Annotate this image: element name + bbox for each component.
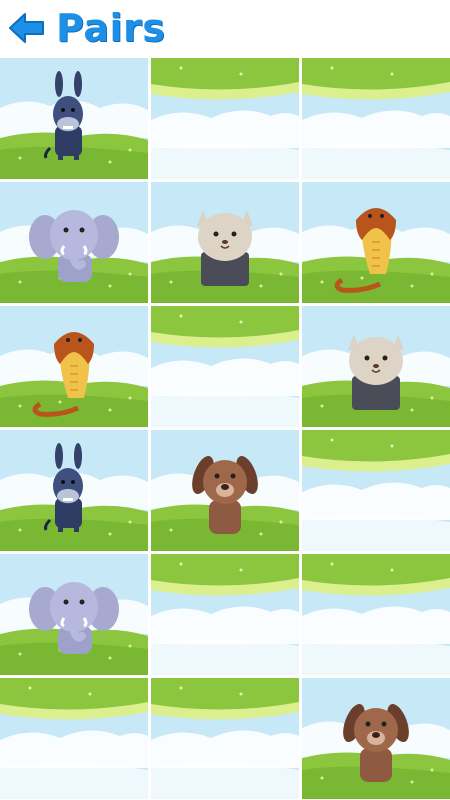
card-hidden[interactable] [151, 554, 299, 675]
card-donkey[interactable] [0, 430, 148, 551]
card-elephant[interactable] [0, 554, 148, 675]
card-hidden[interactable] [302, 430, 450, 551]
donkey-icon [0, 58, 148, 179]
card-back-icon [302, 58, 450, 179]
card-hidden[interactable] [302, 58, 450, 179]
back-button[interactable] [8, 12, 46, 44]
card-elephant[interactable] [0, 182, 148, 303]
card-back-icon [151, 58, 299, 179]
card-hidden[interactable] [302, 554, 450, 675]
cobra-icon [0, 306, 148, 427]
card-cobra[interactable] [302, 182, 450, 303]
cobra-icon [302, 182, 450, 303]
card-cat[interactable] [151, 182, 299, 303]
cat-icon [151, 182, 299, 303]
card-hidden[interactable] [151, 58, 299, 179]
cat-icon [302, 306, 450, 427]
card-hidden[interactable] [151, 306, 299, 427]
card-cat[interactable] [302, 306, 450, 427]
card-dog[interactable] [151, 430, 299, 551]
card-back-icon [151, 678, 299, 799]
page-title: Pairs [56, 6, 166, 50]
elephant-icon [0, 182, 148, 303]
card-hidden[interactable] [151, 678, 299, 799]
donkey-icon [0, 430, 148, 551]
card-donkey[interactable] [0, 58, 148, 179]
header-bar: Pairs [0, 0, 450, 58]
card-hidden[interactable] [0, 678, 148, 799]
card-back-icon [302, 554, 450, 675]
card-dog[interactable] [302, 678, 450, 799]
card-back-icon [302, 430, 450, 551]
dog-icon [302, 678, 450, 799]
dog-icon [151, 430, 299, 551]
card-back-icon [0, 678, 148, 799]
card-grid [0, 58, 450, 800]
card-back-icon [151, 306, 299, 427]
card-cobra[interactable] [0, 306, 148, 427]
arrow-left-icon [9, 13, 44, 43]
elephant-icon [0, 554, 148, 675]
card-back-icon [151, 554, 299, 675]
